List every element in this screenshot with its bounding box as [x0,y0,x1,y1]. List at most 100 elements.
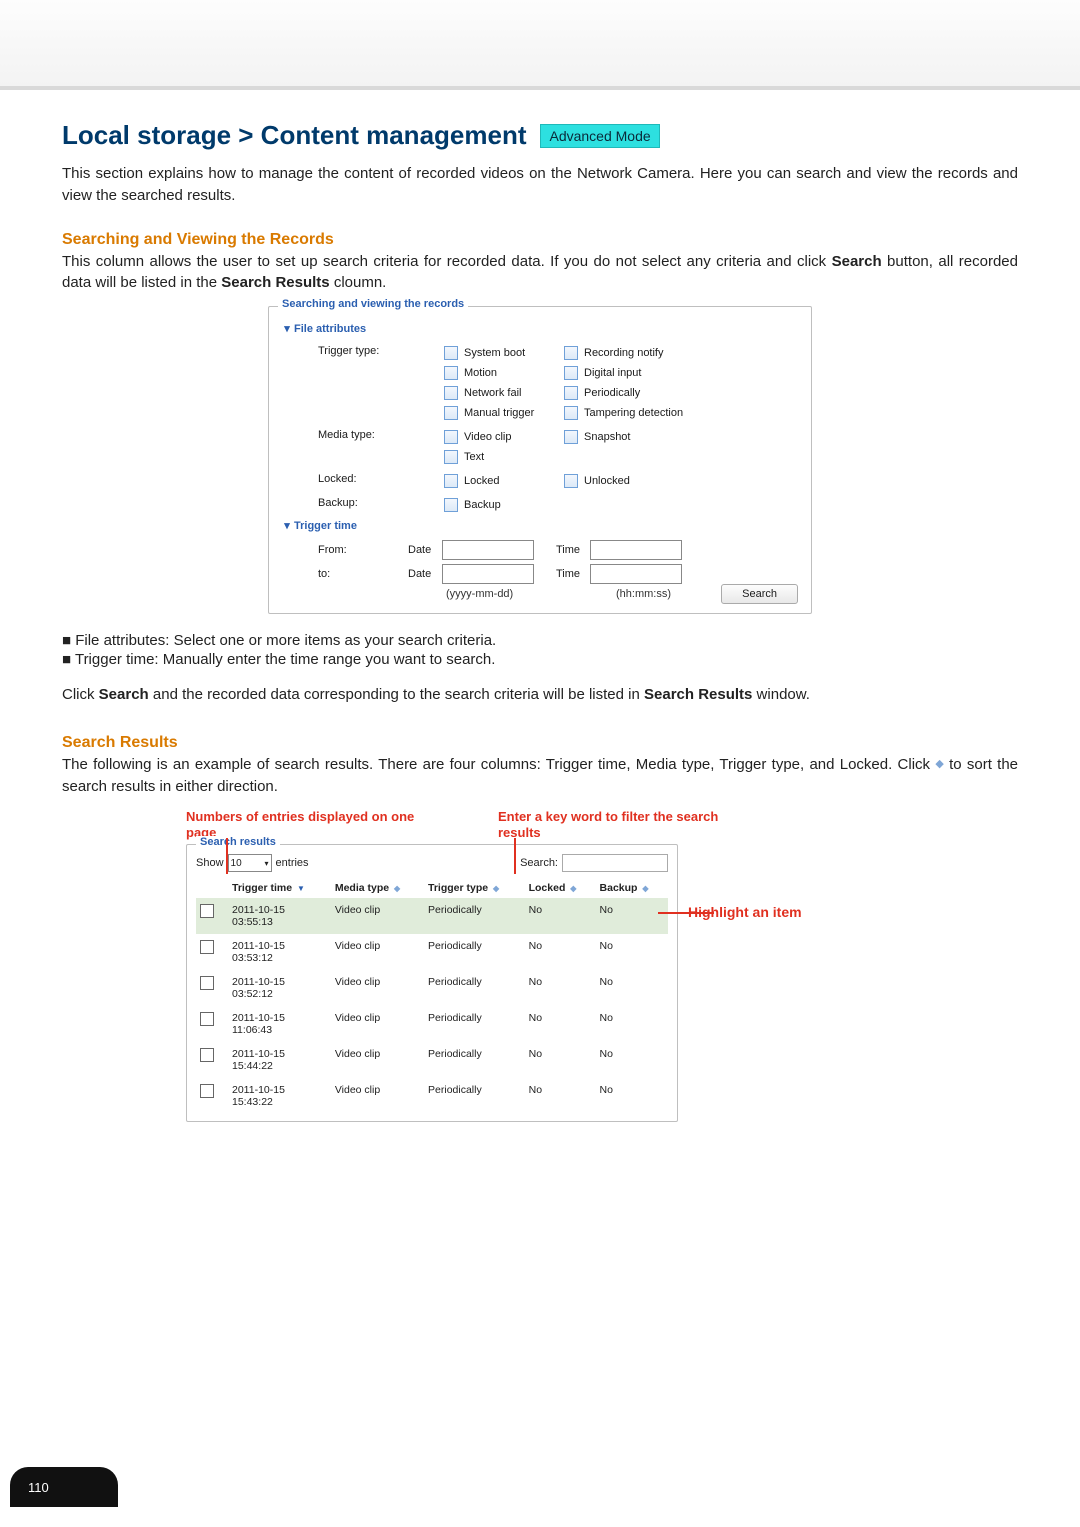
sort-icon: ◆ [570,884,576,893]
entries-label: entries [276,857,309,869]
col-backup[interactable]: Backup ◆ [596,878,668,898]
from-time-input[interactable] [590,540,682,560]
col-media-type[interactable]: Media type ◆ [331,878,424,898]
checkbox-locked[interactable] [444,474,458,488]
checkbox-manual-trigger[interactable] [444,406,458,420]
sort-icon: ◆ [394,884,400,893]
cell-media-type: Video clip [331,1006,424,1042]
checkbox-unlocked[interactable] [564,474,578,488]
cell-backup: No [596,934,668,970]
cell-trigger-time: 2011-10-1515:44:22 [228,1042,331,1078]
backup-label: Backup: [282,495,444,509]
table-row[interactable]: 2011-10-1515:44:22Video clipPeriodically… [196,1042,668,1078]
cell-media-type: Video clip [331,898,424,934]
checkbox-recording-notify[interactable] [564,346,578,360]
checkbox-periodically[interactable] [564,386,578,400]
row-checkbox[interactable] [200,976,214,990]
cell-locked: No [525,970,596,1006]
section2-para: The following is an example of search re… [62,754,1018,798]
row-checkbox[interactable] [200,1048,214,1062]
chevron-down-icon: ▾ [282,322,292,335]
cell-backup: No [596,898,668,934]
checkbox-system-boot[interactable] [444,346,458,360]
cell-media-type: Video clip [331,970,424,1006]
cell-backup: No [596,1078,668,1114]
section1-para: This column allows the user to set up se… [62,251,1018,295]
sort-icon: ◆ [642,884,648,893]
dropdown-icon: ▾ [265,859,269,868]
entries-select[interactable]: 10▾ [228,854,272,872]
locked-label: Locked: [282,471,444,485]
search-results-panel: Search results Show 10▾ entries Search: … [186,844,678,1122]
cell-trigger-time: 2011-10-1503:53:12 [228,934,331,970]
callout-line [226,838,228,874]
row-checkbox[interactable] [200,1084,214,1098]
row-checkbox[interactable] [200,1012,214,1026]
table-row[interactable]: 2011-10-1503:52:12Video clipPeriodically… [196,970,668,1006]
checkbox-video-clip[interactable] [444,430,458,444]
row-checkbox[interactable] [200,904,214,918]
to-time-input[interactable] [590,564,682,584]
checkbox-snapshot[interactable] [564,430,578,444]
page-number: 110 [28,1480,49,1495]
cell-locked: No [525,1006,596,1042]
cell-backup: No [596,970,668,1006]
cell-media-type: Video clip [331,1078,424,1114]
cell-media-type: Video clip [331,1042,424,1078]
col-locked[interactable]: Locked ◆ [525,878,596,898]
cell-trigger-type: Periodically [424,970,525,1006]
cell-trigger-time: 2011-10-1511:06:43 [228,1006,331,1042]
trigger-time-header[interactable]: ▾Trigger time [282,519,798,532]
sort-icon: ◆ [935,757,943,773]
click-search-para: Click Search and the recorded data corre… [62,684,1018,706]
table-row[interactable]: 2011-10-1503:55:13Video clipPeriodically… [196,898,668,934]
cell-locked: No [525,1042,596,1078]
intro-text: This section explains how to manage the … [62,163,1018,207]
to-date-input[interactable] [442,564,534,584]
cell-media-type: Video clip [331,934,424,970]
cell-trigger-type: Periodically [424,1006,525,1042]
cell-trigger-type: Periodically [424,1078,525,1114]
sort-desc-icon: ▼ [297,884,305,893]
checkbox-network-fail[interactable] [444,386,458,400]
row-checkbox[interactable] [200,940,214,954]
cell-trigger-time: 2011-10-1503:55:13 [228,898,331,934]
header-band [0,0,1080,90]
checkbox-motion[interactable] [444,366,458,380]
annotation-filter-keyword: Enter a key word to filter the search re… [498,809,738,840]
cell-locked: No [525,898,596,934]
table-row[interactable]: 2011-10-1503:53:12Video clipPeriodically… [196,934,668,970]
col-trigger-time[interactable]: Trigger time ▼ [228,878,331,898]
checkbox-digital-input[interactable] [564,366,578,380]
advanced-mode-badge: Advanced Mode [540,124,659,148]
cell-trigger-type: Periodically [424,934,525,970]
checkbox-text[interactable] [444,450,458,464]
show-label: Show [196,857,224,869]
results-legend: Search results [196,836,280,848]
section-heading-searching: Searching and Viewing the Records [62,231,1018,249]
from-date-input[interactable] [442,540,534,560]
to-label: to: [318,568,408,580]
file-attributes-header[interactable]: ▾File attributes [282,322,798,335]
page-title: Local storage > Content management [62,120,526,151]
checkbox-backup[interactable] [444,498,458,512]
results-table: Trigger time ▼ Media type ◆ Trigger type… [196,878,668,1114]
date-label: Date [408,568,442,580]
date-format-hint: (yyyy-mm-dd) [446,588,616,600]
search-criteria-panel: Searching and viewing the records ▾File … [268,306,812,614]
time-format-hint: (hh:mm:ss) [616,588,671,600]
cell-trigger-time: 2011-10-1515:43:22 [228,1078,331,1114]
cell-backup: No [596,1006,668,1042]
search-button[interactable]: Search [721,584,798,604]
cell-locked: No [525,934,596,970]
checkbox-tampering-detection[interactable] [564,406,578,420]
col-trigger-type[interactable]: Trigger type ◆ [424,878,525,898]
table-row[interactable]: 2011-10-1515:43:22Video clipPeriodically… [196,1078,668,1114]
cell-trigger-type: Periodically [424,1042,525,1078]
time-label: Time [556,568,590,580]
time-label: Time [556,544,590,556]
search-panel-legend: Searching and viewing the records [278,298,468,310]
results-search-input[interactable] [562,854,668,872]
results-search-label: Search: [520,857,558,869]
table-row[interactable]: 2011-10-1511:06:43Video clipPeriodically… [196,1006,668,1042]
